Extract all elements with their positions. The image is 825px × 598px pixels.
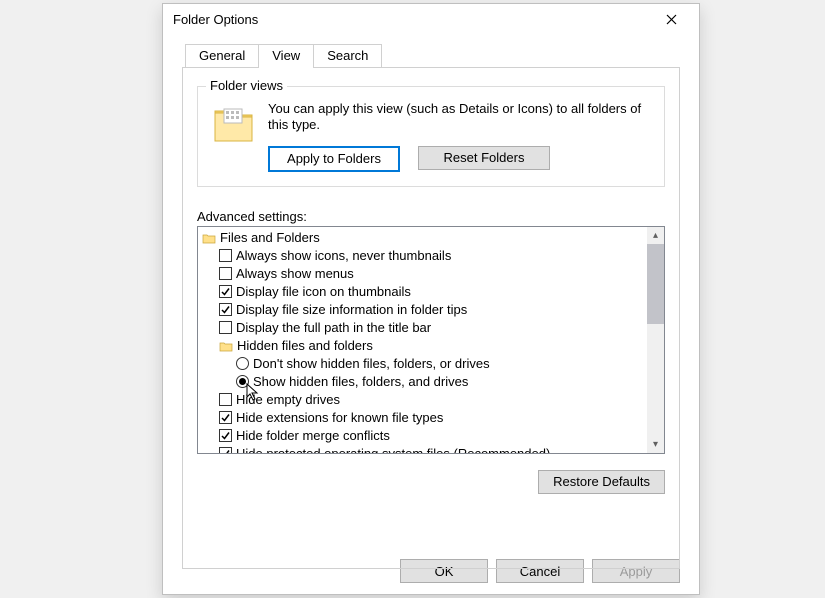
adv-item[interactable]: Display the full path in the title bar [219,319,662,337]
tabstrip: General View Search [163,34,699,67]
adv-item[interactable]: Always show icons, never thumbnails [219,247,662,265]
checkbox[interactable] [219,267,232,280]
scroll-down-arrow[interactable]: ▾ [647,436,664,453]
close-icon [666,14,677,25]
checkbox[interactable] [219,393,232,406]
checkbox[interactable] [219,321,232,334]
adv-item[interactable]: Don't show hidden files, folders, or dri… [236,355,662,373]
adv-item-label: Hide folder merge conflicts [236,428,390,443]
adv-item[interactable]: Hide folder merge conflicts [219,427,662,445]
checkbox[interactable] [219,249,232,262]
advanced-settings-list[interactable]: Files and Folders Always show icons, nev… [197,226,665,454]
adv-item-label: Hide empty drives [236,392,340,407]
adv-item-label: Don't show hidden files, folders, or dri… [253,356,490,371]
adv-item[interactable]: Hide extensions for known file types [219,409,662,427]
adv-item: Hidden files and folders [219,337,662,355]
adv-item-label: Show hidden files, folders, and drives [253,374,468,389]
tree-root-label: Files and Folders [220,230,320,245]
tab-view[interactable]: View [258,44,314,68]
adv-item[interactable]: Show hidden files, folders, and drives [236,373,662,391]
tabpanel-view: Folder views You can apply this view (su… [182,67,680,569]
adv-item-label: Hide protected operating system files (R… [236,446,550,454]
checkbox[interactable] [219,411,232,424]
folder-icon [202,232,216,244]
adv-item-label: Always show menus [236,266,354,281]
advanced-settings-content: Files and Folders Always show icons, nev… [198,227,664,454]
folder-views-legend: Folder views [206,78,287,93]
adv-item[interactable]: Display file icon on thumbnails [219,283,662,301]
adv-item[interactable]: Display file size information in folder … [219,301,662,319]
checkbox[interactable] [219,429,232,442]
titlebar: Folder Options [163,4,699,34]
folder-views-description: You can apply this view (such as Details… [268,101,650,134]
radio[interactable] [236,375,249,388]
tab-search[interactable]: Search [313,44,382,67]
scroll-thumb[interactable] [647,244,664,324]
scrollbar[interactable]: ▴ ▾ [647,227,664,453]
adv-item[interactable]: Always show menus [219,265,662,283]
folder-icon [212,101,256,145]
reset-folders-button[interactable]: Reset Folders [418,146,550,170]
checkbox[interactable] [219,285,232,298]
radio[interactable] [236,357,249,370]
adv-item-label: Hide extensions for known file types [236,410,443,425]
scroll-up-arrow[interactable]: ▴ [647,227,664,244]
adv-item-label: Display file icon on thumbnails [236,284,411,299]
folder-views-group: Folder views You can apply this view (su… [197,86,665,187]
folder-icon [219,340,233,352]
adv-item-label: Hidden files and folders [237,338,373,353]
tab-general[interactable]: General [185,44,259,67]
restore-defaults-button[interactable]: Restore Defaults [538,470,665,494]
folder-options-dialog: Folder Options General View Search Folde… [162,3,700,595]
window-title: Folder Options [173,12,651,27]
adv-item[interactable]: Hide empty drives [219,391,662,409]
checkbox[interactable] [219,447,232,454]
tree-root-files-folders: Files and Folders [202,229,662,247]
checkbox[interactable] [219,303,232,316]
adv-item[interactable]: Hide protected operating system files (R… [219,445,662,454]
adv-item-label: Display file size information in folder … [236,302,467,317]
close-button[interactable] [651,5,691,33]
adv-item-label: Always show icons, never thumbnails [236,248,451,263]
adv-item-label: Display the full path in the title bar [236,320,431,335]
advanced-settings-label: Advanced settings: [197,209,665,224]
apply-to-folders-button[interactable]: Apply to Folders [268,146,400,172]
